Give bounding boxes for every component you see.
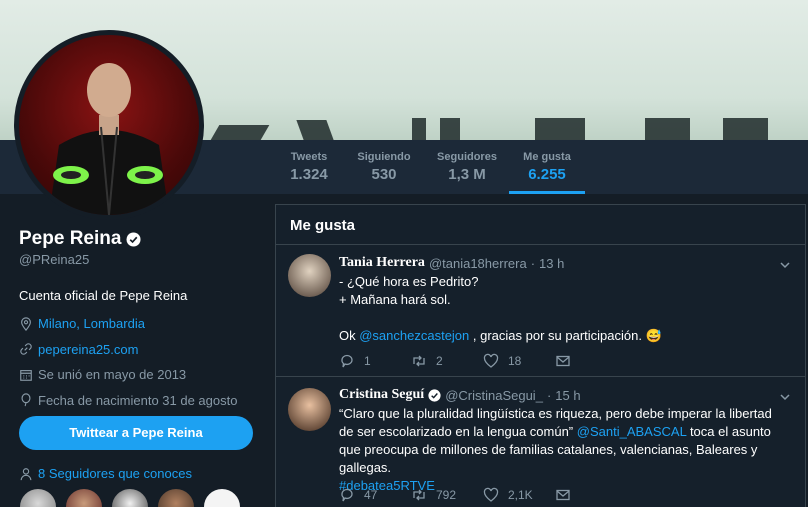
follower-avatar[interactable] xyxy=(64,487,104,507)
profile-bio: Cuenta oficial de Pepe Reina xyxy=(19,288,188,303)
profile-location: Milano, Lombardia xyxy=(19,311,259,337)
tweet-mention[interactable]: @Santi_ABASCAL xyxy=(577,424,687,439)
message-icon xyxy=(556,355,570,367)
followers-you-know[interactable]: 8 Seguidores que conoces xyxy=(19,466,192,481)
reply-count: 1 xyxy=(364,354,371,368)
reply-count: 47 xyxy=(364,488,378,502)
tweet-actions: 47 792 2,1K xyxy=(339,487,627,503)
message-icon xyxy=(556,489,570,501)
tweet-mention[interactable]: @sanchezcastejon xyxy=(359,328,469,343)
message-button[interactable] xyxy=(555,487,627,503)
verified-icon xyxy=(126,231,141,247)
tweet-time[interactable]: 15 h xyxy=(555,388,580,403)
tweet-author-avatar[interactable] xyxy=(288,388,331,431)
retweet-count: 792 xyxy=(436,488,457,502)
like-icon xyxy=(483,487,499,502)
likes-timeline: Me gusta Tania Herrera @tania18herrera ·… xyxy=(275,204,806,507)
tweet-line: - ¿Qué hora es Pedrito? xyxy=(339,274,479,289)
message-button[interactable] xyxy=(555,353,627,369)
profile-handle: @PReina25 xyxy=(19,252,90,267)
tweet-text-part: Ok xyxy=(339,328,360,343)
reply-button[interactable]: 47 xyxy=(339,487,411,503)
nav-me-gusta-label: Me gusta xyxy=(523,151,571,163)
tweet-author-name[interactable]: Cristina Seguí xyxy=(339,387,424,403)
nav-siguiendo-count: 530 xyxy=(371,166,397,183)
website-link[interactable]: pepereina25.com xyxy=(38,342,138,357)
profile-card: Pepe Reina @PReina25 Cuenta oficial de P… xyxy=(19,228,259,413)
follower-avatar[interactable] xyxy=(110,487,150,507)
like-button[interactable]: 18 xyxy=(483,353,555,369)
location-link[interactable]: Milano, Lombardia xyxy=(38,316,145,331)
retweet-button[interactable]: 792 xyxy=(411,487,483,503)
reply-button[interactable]: 1 xyxy=(339,353,411,369)
tweet-actions: 1 2 18 xyxy=(339,353,627,369)
nav-me-gusta[interactable]: Me gusta 6.255 xyxy=(509,140,585,194)
tweet-time[interactable]: 13 h xyxy=(539,256,564,271)
tweet[interactable]: Tania Herrera @tania18herrera · 13 h - ¿… xyxy=(276,245,805,377)
avatar-image xyxy=(49,63,169,215)
like-count: 18 xyxy=(508,354,522,368)
like-count: 2,1K xyxy=(508,488,533,502)
calendar-icon xyxy=(20,369,32,381)
nav-seguidores-count: 1,3 M xyxy=(448,166,486,183)
retweet-count: 2 xyxy=(436,354,443,368)
nav-seguidores-label: Seguidores xyxy=(437,151,497,163)
reply-icon xyxy=(341,354,353,368)
timeline-title: Me gusta xyxy=(276,205,805,245)
followers-avatars xyxy=(18,487,242,507)
profile-avatar[interactable] xyxy=(14,30,204,220)
follower-avatar[interactable] xyxy=(202,487,242,507)
nav-me-gusta-count: 6.255 xyxy=(528,166,566,183)
balloon-icon xyxy=(21,393,31,407)
reply-icon xyxy=(341,488,353,502)
nav-siguiendo[interactable]: Siguiendo 530 xyxy=(353,140,415,194)
profile-joined: Se unió en mayo de 2013 xyxy=(19,362,259,388)
profile-website: pepereina25.com xyxy=(19,337,259,363)
tweet-author-name[interactable]: Tania Herrera xyxy=(339,255,425,271)
tweet[interactable]: Cristina Seguí @CristinaSegui_ · 15 h “C… xyxy=(276,377,805,507)
profile-name[interactable]: Pepe Reina xyxy=(19,228,121,250)
retweet-button[interactable]: 2 xyxy=(411,353,483,369)
follower-avatar[interactable] xyxy=(156,487,196,507)
nav-tweets-count: 1.324 xyxy=(290,166,328,183)
verified-icon xyxy=(428,388,441,402)
tweet-line: + Mañana hará sol. xyxy=(339,292,451,307)
like-icon xyxy=(483,353,499,368)
people-icon xyxy=(20,467,32,480)
location-icon xyxy=(21,317,31,331)
tweet-to-button[interactable]: Twittear a Pepe Reina xyxy=(19,416,253,450)
nav-tweets-label: Tweets xyxy=(290,151,328,163)
link-icon xyxy=(20,343,32,355)
like-button[interactable]: 2,1K xyxy=(483,487,555,503)
joined-text: Se unió en mayo de 2013 xyxy=(38,367,187,383)
retweet-icon xyxy=(413,355,425,367)
followers-you-know-text: 8 Seguidores que conoces xyxy=(38,466,192,481)
retweet-icon xyxy=(413,489,425,501)
nav-tweets[interactable]: Tweets 1.324 xyxy=(283,140,335,194)
tweet-text: “Claro que la pluralidad lingüística es … xyxy=(339,405,789,495)
tweet-author-handle[interactable]: @tania18herrera xyxy=(429,256,527,271)
tweet-author-avatar[interactable] xyxy=(288,254,331,297)
follower-avatar[interactable] xyxy=(18,487,58,507)
nav-siguiendo-label: Siguiendo xyxy=(357,151,411,163)
profile-birthday: Fecha de nacimiento 31 de agosto xyxy=(19,388,259,414)
tweet-separator: · xyxy=(546,387,552,403)
tweet-author-handle[interactable]: @CristinaSegui_ xyxy=(445,388,543,403)
tweet-text: - ¿Qué hora es Pedrito? + Mañana hará so… xyxy=(339,273,789,345)
birthday-text: Fecha de nacimiento 31 de agosto xyxy=(38,392,238,408)
tweet-text-part: , gracias por su participación. xyxy=(469,328,642,343)
nav-seguidores[interactable]: Seguidores 1,3 M xyxy=(434,140,500,194)
tweet-separator: · xyxy=(530,255,536,271)
emoji: 😅 xyxy=(645,328,662,343)
